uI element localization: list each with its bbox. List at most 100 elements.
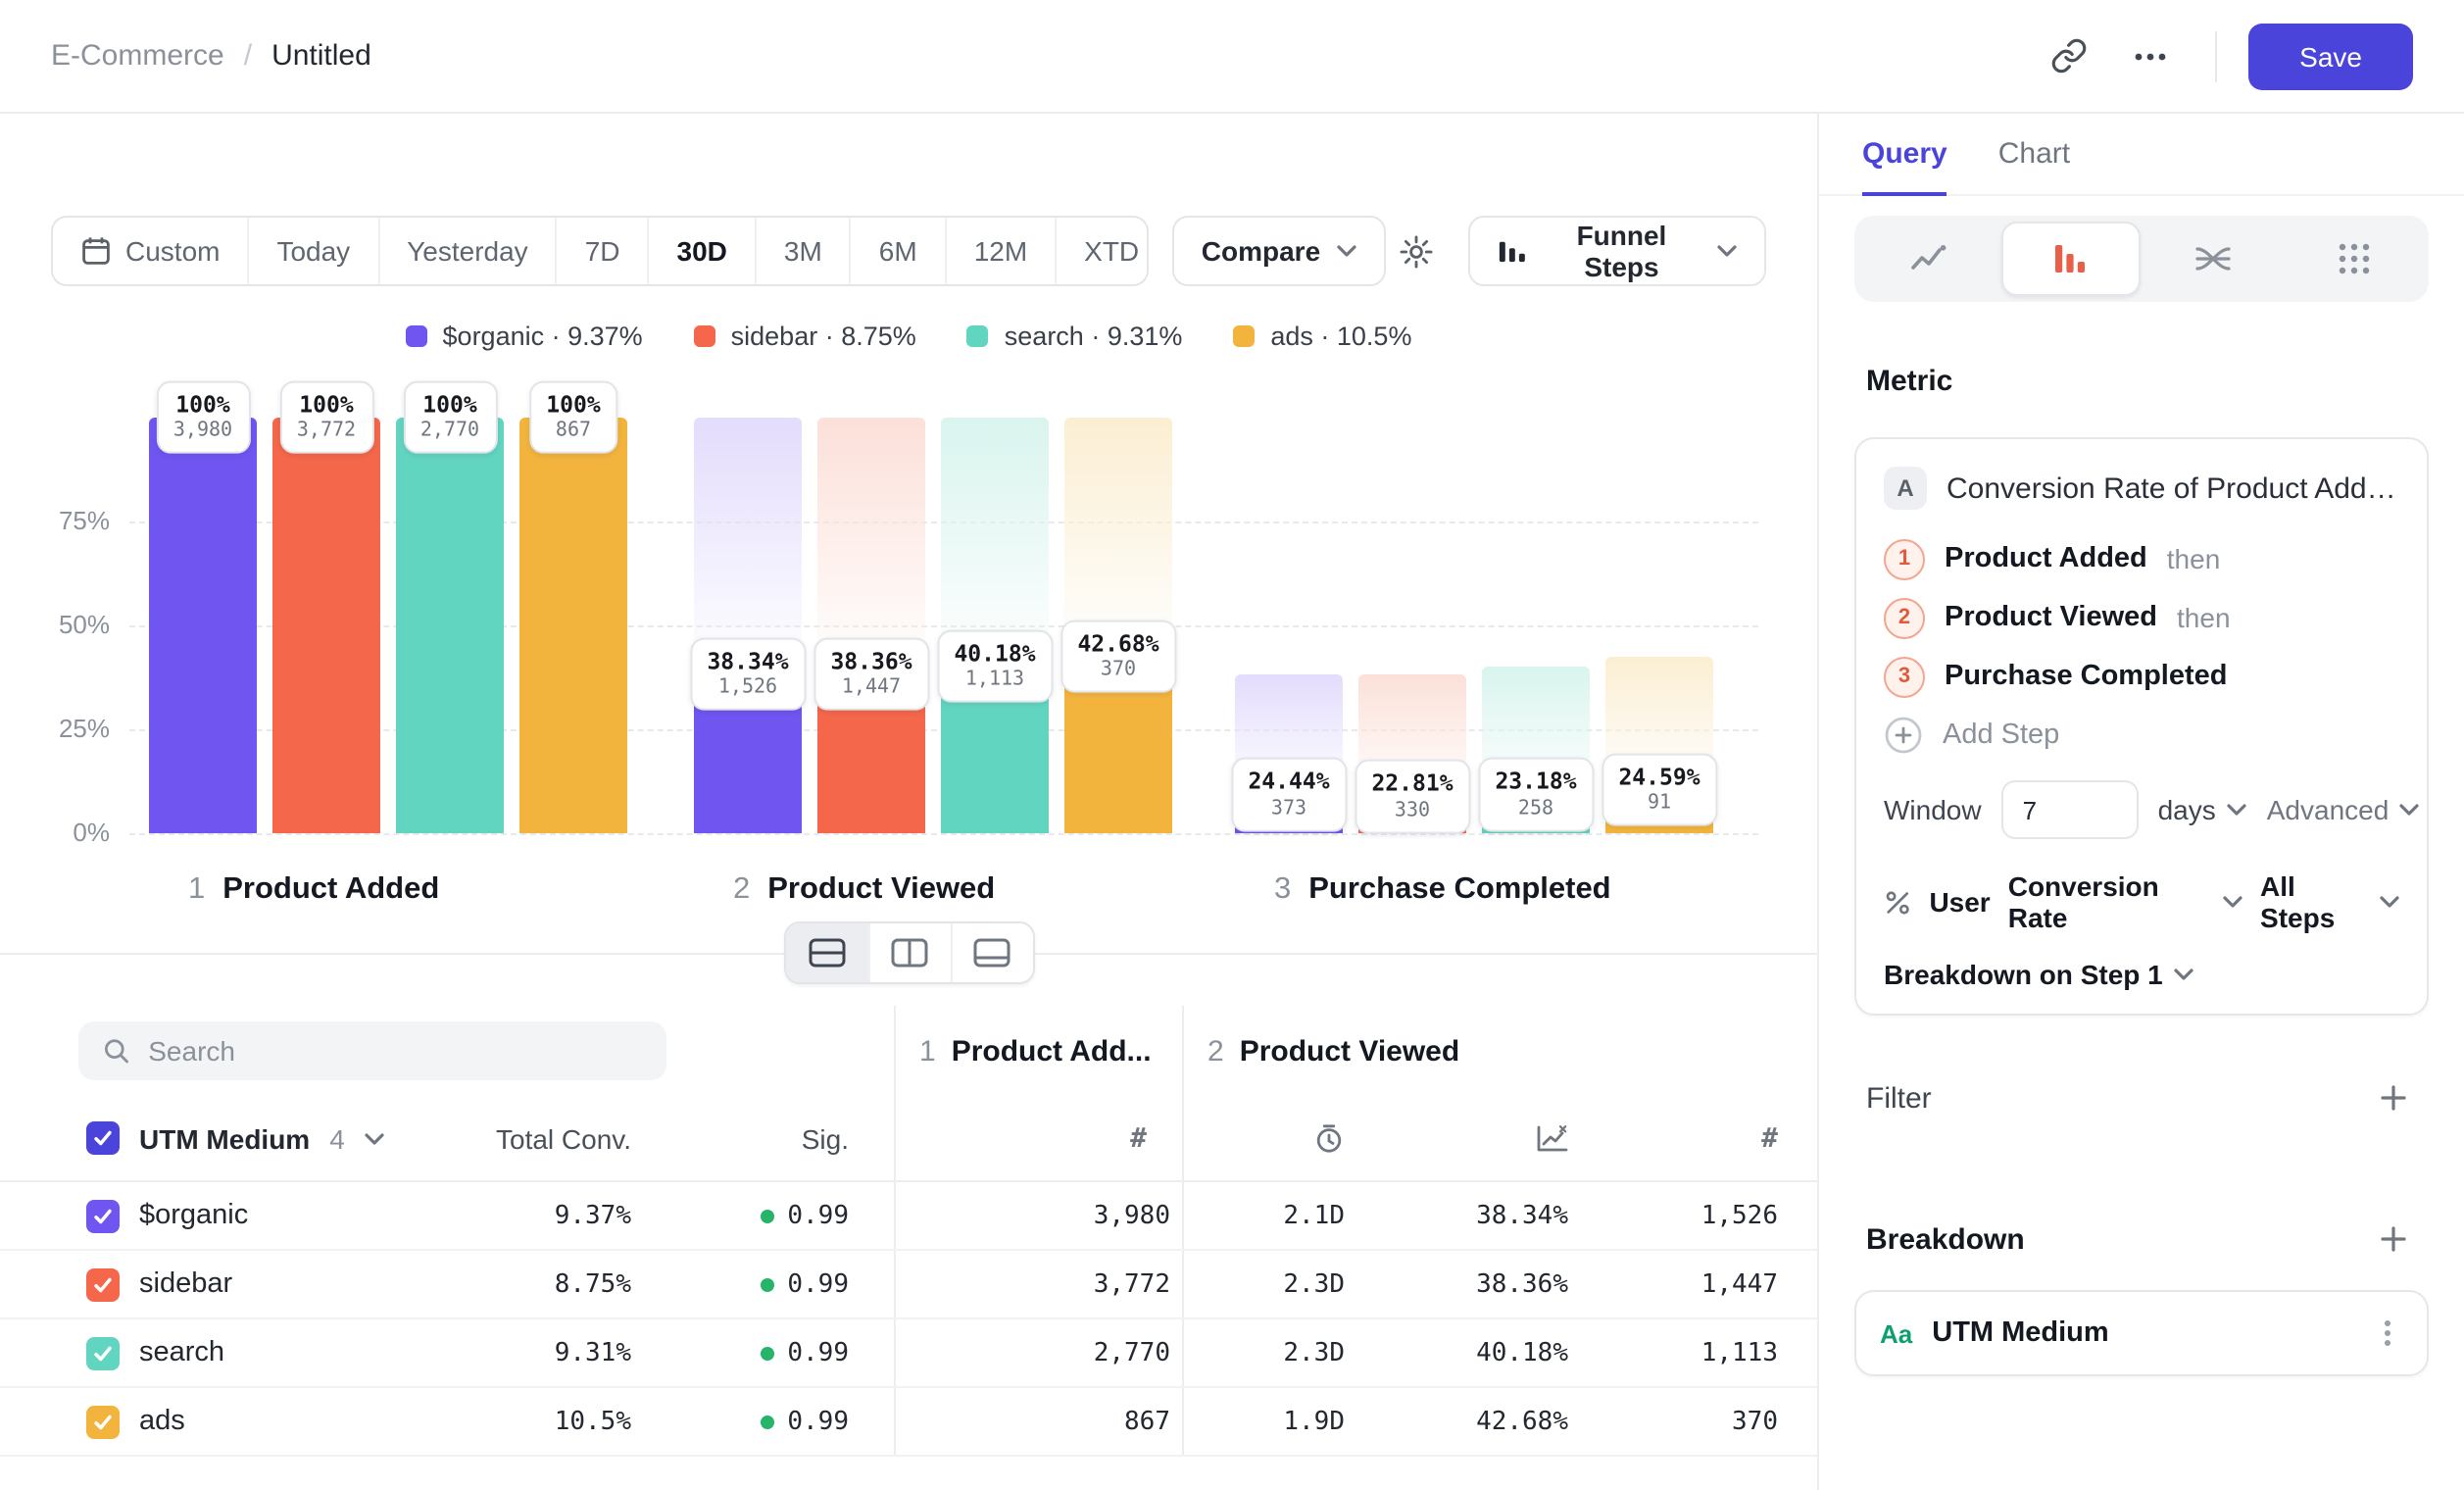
chevron-down-icon[interactable] [365,1132,384,1144]
row-name: sidebar [139,1268,232,1300]
funnel-bar[interactable] [396,418,504,833]
compare-button[interactable]: Compare [1172,216,1385,286]
table-body: $organic9.37%0.993,9802.1D38.34%1,526sid… [0,1182,1817,1457]
funnel-step-row[interactable]: 3Purchase Completed [1884,647,2399,706]
bar-count: 1,113 [954,668,1035,693]
total-conversion-value: 9.31% [447,1319,643,1386]
all-steps-select[interactable]: All Steps [2260,870,2399,933]
window-value-input[interactable] [2001,780,2139,839]
conversion-rate-select[interactable]: Conversion Rate [2008,870,2242,933]
step1-count-header[interactable]: # [894,1096,1182,1180]
range-button-12m[interactable]: 12M [945,218,1055,284]
legend-item-2[interactable]: sidebar · 8.75% [694,320,916,351]
chart-type-matrix-icon[interactable] [2286,222,2424,296]
step2-time: 2.1D [1182,1182,1356,1249]
add-filter-button[interactable] [2370,1074,2417,1121]
measure-user-label[interactable]: User [1929,886,1990,918]
significance-header[interactable]: Sig. [643,1096,894,1180]
significance-dot [760,1346,773,1360]
funnel-bar[interactable] [272,418,380,833]
tab-chart[interactable]: Chart [1998,114,2070,196]
bar-value-card: 100%3,772 [279,381,373,455]
legend-swatch [1233,324,1255,346]
table-title-row: 1 Product Add... 2 Product Viewed [0,1006,1817,1096]
search-input[interactable] [148,1035,643,1067]
range-button-6m[interactable]: 6M [850,218,945,284]
step2-conversion: 38.36% [1356,1251,1580,1317]
funnel-step-label: 3Purchase Completed [1274,872,1611,908]
row-name: search [139,1337,224,1368]
legend-label: sidebar · 8.75% [731,321,916,350]
chart-type-flow-icon[interactable] [2144,222,2282,296]
window-unit-select[interactable]: days [2158,794,2247,825]
group-count: 4 [329,1122,345,1154]
legend-item-1[interactable]: $organic · 9.37% [406,320,643,351]
y-axis-label: 75% [39,506,110,535]
range-button-3m[interactable]: 3M [755,218,850,284]
group-column-label[interactable]: UTM Medium [139,1122,310,1154]
step1-count: 867 [894,1388,1182,1455]
legend-swatch [406,324,427,346]
chart-type-funnel-icon[interactable] [2002,222,2141,296]
add-breakdown-button[interactable] [2370,1216,2417,1263]
calendar-icon [80,235,112,267]
tab-query[interactable]: Query [1862,114,1947,196]
step2-conversion-header[interactable] [1356,1096,1580,1180]
range-button-30d[interactable]: 30D [648,218,755,284]
metric-title-row: A Conversion Rate of Product Adde... [1884,463,2399,529]
step2-count-header[interactable]: # [1580,1096,1790,1180]
funnel-step-row[interactable]: 1Product Addedthen [1884,529,2399,588]
row-checkbox[interactable] [86,1199,120,1232]
significance-value: 0.99 [643,1251,894,1317]
line-chart-icon [1909,241,1948,276]
bar-conversion-pct: 100% [297,391,356,420]
kebab-menu-icon[interactable] [2372,1317,2403,1349]
range-button-7d[interactable]: 7D [556,218,648,284]
group-header-cell: UTM Medium 4 [0,1096,447,1180]
row-checkbox[interactable] [86,1336,120,1369]
metric-card: A Conversion Rate of Product Adde... 1Pr… [1854,437,2429,1016]
funnel-bar[interactable] [519,418,627,833]
row-checkbox[interactable] [86,1267,120,1301]
funnel-bar[interactable] [149,418,257,833]
chart-type-dropdown[interactable]: Funnel Steps [1467,216,1766,286]
share-link-button[interactable] [2035,23,2101,89]
bar-conversion-pct: 40.18% [954,639,1035,668]
total-conversion-header[interactable]: Total Conv. [447,1096,643,1180]
y-axis-label: 0% [39,818,110,847]
legend-item-3[interactable]: search · 9.31% [967,320,1183,351]
chart-settings-button[interactable] [1385,218,1448,284]
bar-conversion-pct: 38.36% [830,647,912,675]
more-menu-button[interactable] [2117,23,2184,89]
layout-split-columns-button[interactable] [867,923,950,982]
scatter-grid-icon [2337,241,2372,276]
gridline [129,833,1758,835]
breadcrumb-project[interactable]: E-Commerce [51,39,224,73]
save-button[interactable]: Save [2248,23,2413,89]
select-all-checkbox[interactable] [86,1121,120,1155]
breakdown-on-step-select[interactable]: Breakdown on Step 1 [1884,959,2399,990]
step2-time-header[interactable] [1182,1096,1356,1180]
layout-bottom-panel-button[interactable] [950,923,1032,982]
bar-count: 330 [1371,798,1453,823]
step-name: Product Added [1945,543,2147,574]
legend-item-4[interactable]: ads · 10.5% [1233,320,1411,351]
range-button-xtd[interactable]: XTD [1055,218,1149,284]
date-range-group: Custom TodayYesterday7D30D3M6M12MXTD [51,216,1149,286]
custom-date-button[interactable]: Custom [53,218,247,284]
layout-split-rows-button[interactable] [785,923,867,982]
advanced-toggle[interactable]: Advanced [2267,794,2419,825]
range-button-yesterday[interactable]: Yesterday [377,218,556,284]
add-step-button[interactable]: Add Step [1884,706,2399,765]
breadcrumb-title[interactable]: Untitled [271,39,371,73]
step2-time: 2.3D [1182,1251,1356,1317]
metric-title[interactable]: Conversion Rate of Product Adde... [1947,472,2399,505]
legend-swatch [967,324,989,346]
chart-type-line-icon[interactable] [1860,222,1998,296]
range-button-today[interactable]: Today [247,218,377,284]
funnel-step-row[interactable]: 2Product Viewedthen [1884,588,2399,647]
search-box[interactable] [78,1021,666,1080]
breakdown-item[interactable]: Aa UTM Medium [1854,1290,2429,1376]
table-row: ads10.5%0.998671.9D42.68%370 [0,1388,1817,1457]
row-checkbox[interactable] [86,1405,120,1438]
